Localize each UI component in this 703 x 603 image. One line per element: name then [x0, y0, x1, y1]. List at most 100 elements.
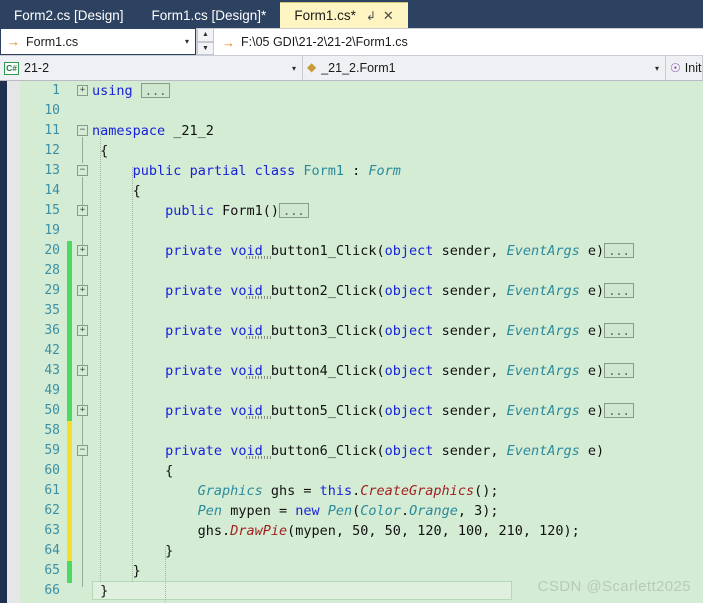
code-line[interactable]: private void button5_Click(object sender… — [92, 401, 703, 421]
tab-form1-cs[interactable]: Form1.cs* ↲ ✕ — [280, 2, 408, 28]
code-line[interactable]: namespace _21_2 — [92, 121, 703, 141]
line-number: 63 — [44, 523, 60, 538]
line-number: 10 — [44, 103, 60, 118]
collapsed-region[interactable]: ... — [140, 82, 171, 98]
line-number: 28 — [44, 263, 60, 278]
watermark-text: CSDN @Scarlett2025 — [537, 578, 691, 595]
file-path-bar[interactable]: → F:\05 GDI\21-2\21-2\Form1.cs — [214, 28, 703, 55]
line-number: 36 — [44, 323, 60, 338]
code-line[interactable]: Pen mypen = new Pen(Color.Orange, 3); — [92, 501, 703, 521]
change-marker-column — [66, 81, 74, 603]
fold-expand-icon[interactable]: + — [77, 365, 88, 376]
code-line[interactable] — [92, 341, 703, 361]
fold-guide-line — [82, 137, 83, 163]
project-dropdown[interactable]: C# 21-2 ▾ — [0, 56, 303, 80]
line-number: 29 — [44, 283, 60, 298]
code-text-area[interactable]: using ... namespace _21_2 { public parti… — [92, 81, 703, 603]
code-line[interactable]: Graphics ghs = this.CreateGraphics(); — [92, 481, 703, 501]
line-number: 15 — [44, 203, 60, 218]
collapsed-region[interactable]: ... — [604, 362, 634, 378]
fold-expand-icon[interactable]: + — [77, 85, 88, 96]
csharp-icon: C# — [4, 61, 19, 75]
file-path-value: F:\05 GDI\21-2\21-2\Form1.cs — [241, 35, 408, 49]
code-line[interactable] — [92, 261, 703, 281]
line-number: 61 — [44, 483, 60, 498]
collapsed-region[interactable]: ... — [604, 282, 634, 298]
fold-collapse-icon[interactable]: − — [77, 445, 88, 456]
line-number: 20 — [44, 243, 60, 258]
class-icon: ◆ — [307, 60, 317, 74]
spinner-up-icon[interactable]: ▲ — [197, 28, 214, 42]
file-selector-combo[interactable]: → Form1.cs ▾ — [0, 28, 196, 55]
line-number: 19 — [44, 223, 60, 238]
code-line[interactable] — [92, 421, 703, 441]
spelling-squiggle — [246, 376, 272, 379]
line-number: 60 — [44, 463, 60, 478]
line-number: 62 — [44, 503, 60, 518]
code-line[interactable]: { — [92, 181, 703, 201]
change-marker-green — [67, 241, 72, 421]
code-line[interactable]: private void button6_Click(object sender… — [92, 441, 703, 461]
outlining-margin[interactable]: + − − + + + + + + − — [74, 81, 92, 603]
collapsed-region[interactable]: ... — [604, 402, 634, 418]
navigate-backward-forward-spinner[interactable]: ▲ ▼ — [196, 28, 214, 55]
collapsed-region[interactable]: ... — [278, 202, 309, 218]
member-dropdown-value: Init — [684, 61, 702, 75]
fold-collapse-icon[interactable]: − — [77, 125, 88, 136]
code-line[interactable]: private void button1_Click(object sender… — [92, 241, 703, 261]
editor-tab-strip: Form2.cs [Design] Form1.cs [Design]* For… — [0, 0, 703, 28]
line-number: 1 — [52, 83, 60, 98]
fold-expand-icon[interactable]: + — [77, 245, 88, 256]
fold-expand-icon[interactable]: + — [77, 285, 88, 296]
code-line[interactable] — [92, 221, 703, 241]
line-number: 14 — [44, 183, 60, 198]
class-dropdown[interactable]: ◆ _21_2.Form1 ▾ — [303, 56, 666, 80]
chevron-down-icon[interactable]: ▾ — [649, 64, 665, 73]
line-number-gutter: 1 10 11 12 13 14 15 19 20 28 29 35 36 42… — [20, 81, 66, 603]
editor-left-edge — [0, 81, 7, 603]
code-line[interactable]: private void button3_Click(object sender… — [92, 321, 703, 341]
close-icon[interactable]: ✕ — [383, 9, 394, 22]
visual-studio-editor-window: Form2.cs [Design] Form1.cs [Design]* For… — [0, 0, 703, 603]
code-line[interactable] — [92, 301, 703, 321]
spinner-down-icon[interactable]: ▼ — [197, 41, 214, 55]
code-line[interactable]: private void button4_Click(object sender… — [92, 361, 703, 381]
code-line[interactable] — [92, 381, 703, 401]
file-selector-value: Form1.cs — [26, 34, 79, 49]
code-line[interactable]: } — [92, 541, 703, 561]
spelling-squiggle — [246, 256, 272, 259]
chevron-down-icon[interactable]: ▾ — [286, 64, 302, 73]
code-line[interactable]: ghs.DrawPie(mypen, 50, 50, 120, 100, 210… — [92, 521, 703, 541]
line-number: 65 — [44, 563, 60, 578]
code-line[interactable]: { — [92, 141, 703, 161]
class-dropdown-value: _21_2.Form1 — [321, 61, 396, 75]
code-line[interactable] — [92, 101, 703, 121]
line-number: 58 — [44, 423, 60, 438]
tab-form1-design[interactable]: Form1.cs [Design]* — [138, 4, 281, 28]
fold-expand-icon[interactable]: + — [77, 205, 88, 216]
line-number: 13 — [44, 163, 60, 178]
line-number: 64 — [44, 543, 60, 558]
line-number: 50 — [44, 403, 60, 418]
pin-icon[interactable]: ↲ — [366, 10, 376, 22]
code-line[interactable]: { — [92, 461, 703, 481]
code-line[interactable]: using ... — [92, 81, 703, 101]
collapsed-region[interactable]: ... — [604, 242, 634, 258]
collapsed-region[interactable]: ... — [604, 322, 634, 338]
line-number: 59 — [44, 443, 60, 458]
tab-label: Form1.cs* — [294, 7, 356, 23]
fold-collapse-icon[interactable]: − — [77, 165, 88, 176]
member-dropdown[interactable]: ☉ Init — [666, 56, 703, 80]
tab-label: Form1.cs [Design]* — [151, 8, 267, 23]
line-number: 42 — [44, 343, 60, 358]
tab-form2-design[interactable]: Form2.cs [Design] — [0, 4, 138, 28]
code-line[interactable]: public partial class Form1 : Form — [92, 161, 703, 181]
chevron-down-icon[interactable]: ▾ — [179, 37, 195, 46]
fold-expand-icon[interactable]: + — [77, 325, 88, 336]
code-editor[interactable]: 1 10 11 12 13 14 15 19 20 28 29 35 36 42… — [0, 81, 703, 603]
code-line[interactable]: public Form1()... — [92, 201, 703, 221]
line-number: 12 — [44, 143, 60, 158]
fold-expand-icon[interactable]: + — [77, 405, 88, 416]
spelling-squiggle — [246, 336, 272, 339]
code-line[interactable]: private void button2_Click(object sender… — [92, 281, 703, 301]
